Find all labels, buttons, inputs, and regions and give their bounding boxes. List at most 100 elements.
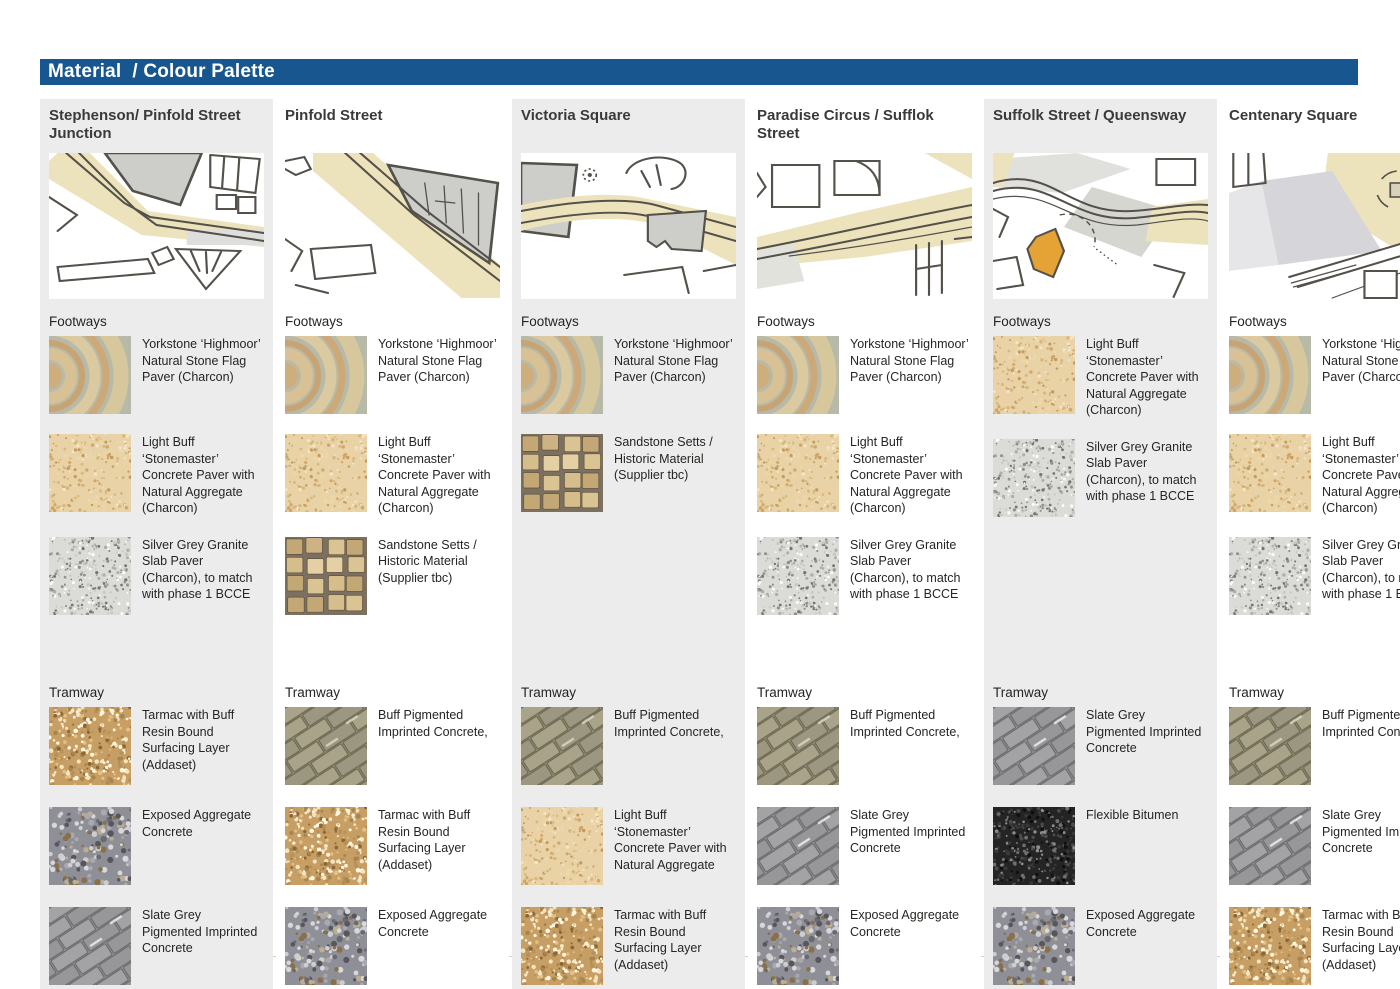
map-thumbnail — [49, 153, 264, 299]
material-row: Sandstone Setts / Historic Material (Sup… — [521, 434, 736, 512]
material-row: Light Buff ‘Stonemaster’ Concrete Paver … — [49, 434, 264, 517]
material-label: Silver Grey Granite Slab Paver (Charcon)… — [1086, 439, 1208, 517]
tramway-list: Buff Pigmented Imprinted Concrete, Light… — [521, 707, 736, 985]
tramway-list: Tarmac with Buff Resin Bound Surfacing L… — [49, 707, 264, 985]
material-row: Yorkstone ‘Highmoor’ Natural Stone Flag … — [49, 336, 264, 414]
material-swatch — [757, 336, 839, 414]
material-label: Tarmac with Buff Resin Bound Surfacing L… — [614, 907, 736, 985]
material-row: Tarmac with Buff Resin Bound Surfacing L… — [285, 807, 500, 885]
map-thumbnail — [521, 153, 736, 299]
tramway-section-label: Tramway — [49, 685, 264, 700]
material-row: Light Buff ‘Stonemaster’ Concrete Paver … — [993, 336, 1208, 419]
material-row: Tarmac with Buff Resin Bound Surfacing L… — [1229, 907, 1400, 985]
material-swatch — [757, 907, 839, 985]
material-swatch — [285, 807, 367, 885]
footways-list: Yorkstone ‘Highmoor’ Natural Stone Flag … — [49, 336, 264, 670]
material-swatch — [993, 707, 1075, 785]
material-swatch — [993, 439, 1075, 517]
footways-section-label: Footways — [757, 314, 972, 329]
material-row: Exposed Aggregate Concrete — [49, 807, 264, 885]
material-row: Exposed Aggregate Concrete — [993, 907, 1208, 985]
material-label: Tarmac with Buff Resin Bound Surfacing L… — [142, 707, 264, 785]
material-label: Exposed Aggregate Concrete — [1086, 907, 1208, 985]
material-label: Flexible Bitumen — [1086, 807, 1208, 885]
material-label: Silver Grey Granite Slab Paver (Charcon)… — [850, 537, 972, 615]
material-row: Silver Grey Granite Slab Paver (Charcon)… — [1229, 537, 1400, 615]
footways-section-label: Footways — [993, 314, 1208, 329]
material-label: Yorkstone ‘Highmoor’ Natural Stone Flag … — [142, 336, 264, 414]
material-label: Slate Grey Pigmented Imprinted Concrete — [1322, 807, 1400, 885]
material-row: Yorkstone ‘Highmoor’ Natural Stone Flag … — [521, 336, 736, 414]
material-label: Light Buff ‘Stonemaster’ Concrete Paver … — [614, 807, 736, 885]
material-swatch — [521, 907, 603, 985]
material-row: Silver Grey Granite Slab Paver (Charcon)… — [49, 537, 264, 615]
material-label: Slate Grey Pigmented Imprinted Concrete — [850, 807, 972, 885]
material-row: Yorkstone ‘Highmoor’ Natural Stone Flag … — [757, 336, 972, 414]
material-row: Slate Grey Pigmented Imprinted Concrete — [1229, 807, 1400, 885]
material-swatch — [993, 807, 1075, 885]
material-swatch — [1229, 434, 1311, 512]
tramway-section-label: Tramway — [285, 685, 500, 700]
material-label: Exposed Aggregate Concrete — [142, 807, 264, 885]
material-row: Buff Pigmented Imprinted Concrete, — [1229, 707, 1400, 785]
material-label: Light Buff ‘Stonemaster’ Concrete Paver … — [850, 434, 972, 517]
material-label: Buff Pigmented Imprinted Concrete, — [850, 707, 972, 785]
material-label: Light Buff ‘Stonemaster’ Concrete Paver … — [1322, 434, 1400, 517]
material-swatch — [521, 807, 603, 885]
material-swatch — [757, 537, 839, 615]
material-label: Buff Pigmented Imprinted Concrete, — [614, 707, 736, 785]
material-label: Light Buff ‘Stonemaster’ Concrete Paver … — [142, 434, 264, 517]
material-label: Exposed Aggregate Concrete — [850, 907, 972, 985]
street-column-stephenson-pinfold-junction: Stephenson/ Pinfold Street Junction Foot… — [40, 99, 273, 989]
material-row: Slate Grey Pigmented Imprinted Concrete — [49, 907, 264, 985]
material-row: Yorkstone ‘Highmoor’ Natural Stone Flag … — [1229, 336, 1400, 414]
material-row: Silver Grey Granite Slab Paver (Charcon)… — [757, 537, 972, 615]
material-swatch — [49, 707, 131, 785]
footways-list: Yorkstone ‘Highmoor’ Natural Stone Flag … — [757, 336, 972, 670]
column-title: Centenary Square — [1229, 107, 1400, 149]
material-swatch — [1229, 907, 1311, 985]
material-swatch — [521, 707, 603, 785]
street-column-paradise-circus: Paradise Circus / Sufflok Street Footway… — [748, 99, 981, 989]
material-swatch — [285, 907, 367, 985]
column-title: Pinfold Street — [285, 107, 500, 149]
material-label: Sandstone Setts / Historic Material (Sup… — [614, 434, 736, 512]
material-swatch — [993, 336, 1075, 414]
material-swatch — [49, 537, 131, 615]
material-row: Light Buff ‘Stonemaster’ Concrete Paver … — [521, 807, 736, 885]
canvas: { "page": { "title": "Material / Colour … — [0, 0, 1400, 989]
footways-list: Yorkstone ‘Highmoor’ Natural Stone Flag … — [285, 336, 500, 670]
material-row: Light Buff ‘Stonemaster’ Concrete Paver … — [285, 434, 500, 517]
material-label: Tarmac with Buff Resin Bound Surfacing L… — [1322, 907, 1400, 985]
tramway-section-label: Tramway — [993, 685, 1208, 700]
material-label: Exposed Aggregate Concrete — [378, 907, 500, 985]
material-row: Tarmac with Buff Resin Bound Surfacing L… — [49, 707, 264, 785]
material-swatch — [285, 707, 367, 785]
street-column-suffolk-queensway: Suffolk Street / Queensway Footways Ligh… — [984, 99, 1217, 989]
footways-list: Light Buff ‘Stonemaster’ Concrete Paver … — [993, 336, 1208, 670]
material-label: Light Buff ‘Stonemaster’ Concrete Paver … — [1086, 336, 1208, 419]
column-title: Paradise Circus / Sufflok Street — [757, 107, 972, 149]
material-label: Yorkstone ‘Highmoor’ Natural Stone Flag … — [1322, 336, 1400, 414]
material-swatch — [285, 537, 367, 615]
material-swatch — [285, 336, 367, 414]
material-swatch — [521, 336, 603, 414]
material-row: Slate Grey Pigmented Imprinted Concrete — [757, 807, 972, 885]
material-label: Silver Grey Granite Slab Paver (Charcon)… — [142, 537, 264, 615]
material-label: Yorkstone ‘Highmoor’ Natural Stone Flag … — [850, 336, 972, 414]
material-swatch — [285, 434, 367, 512]
material-row: Exposed Aggregate Concrete — [757, 907, 972, 985]
map-thumbnail — [285, 153, 500, 299]
tramway-list: Slate Grey Pigmented Imprinted Concrete … — [993, 707, 1208, 985]
column-title: Suffolk Street / Queensway — [993, 107, 1208, 149]
material-swatch — [49, 807, 131, 885]
material-label: Buff Pigmented Imprinted Concrete, — [378, 707, 500, 785]
material-row: Exposed Aggregate Concrete — [285, 907, 500, 985]
material-row: Buff Pigmented Imprinted Concrete, — [285, 707, 500, 785]
map-thumbnail — [1229, 153, 1400, 299]
footways-section-label: Footways — [521, 314, 736, 329]
footways-list: Yorkstone ‘Highmoor’ Natural Stone Flag … — [521, 336, 736, 670]
material-row: Yorkstone ‘Highmoor’ Natural Stone Flag … — [285, 336, 500, 414]
material-swatch — [1229, 807, 1311, 885]
tramway-section-label: Tramway — [1229, 685, 1400, 700]
